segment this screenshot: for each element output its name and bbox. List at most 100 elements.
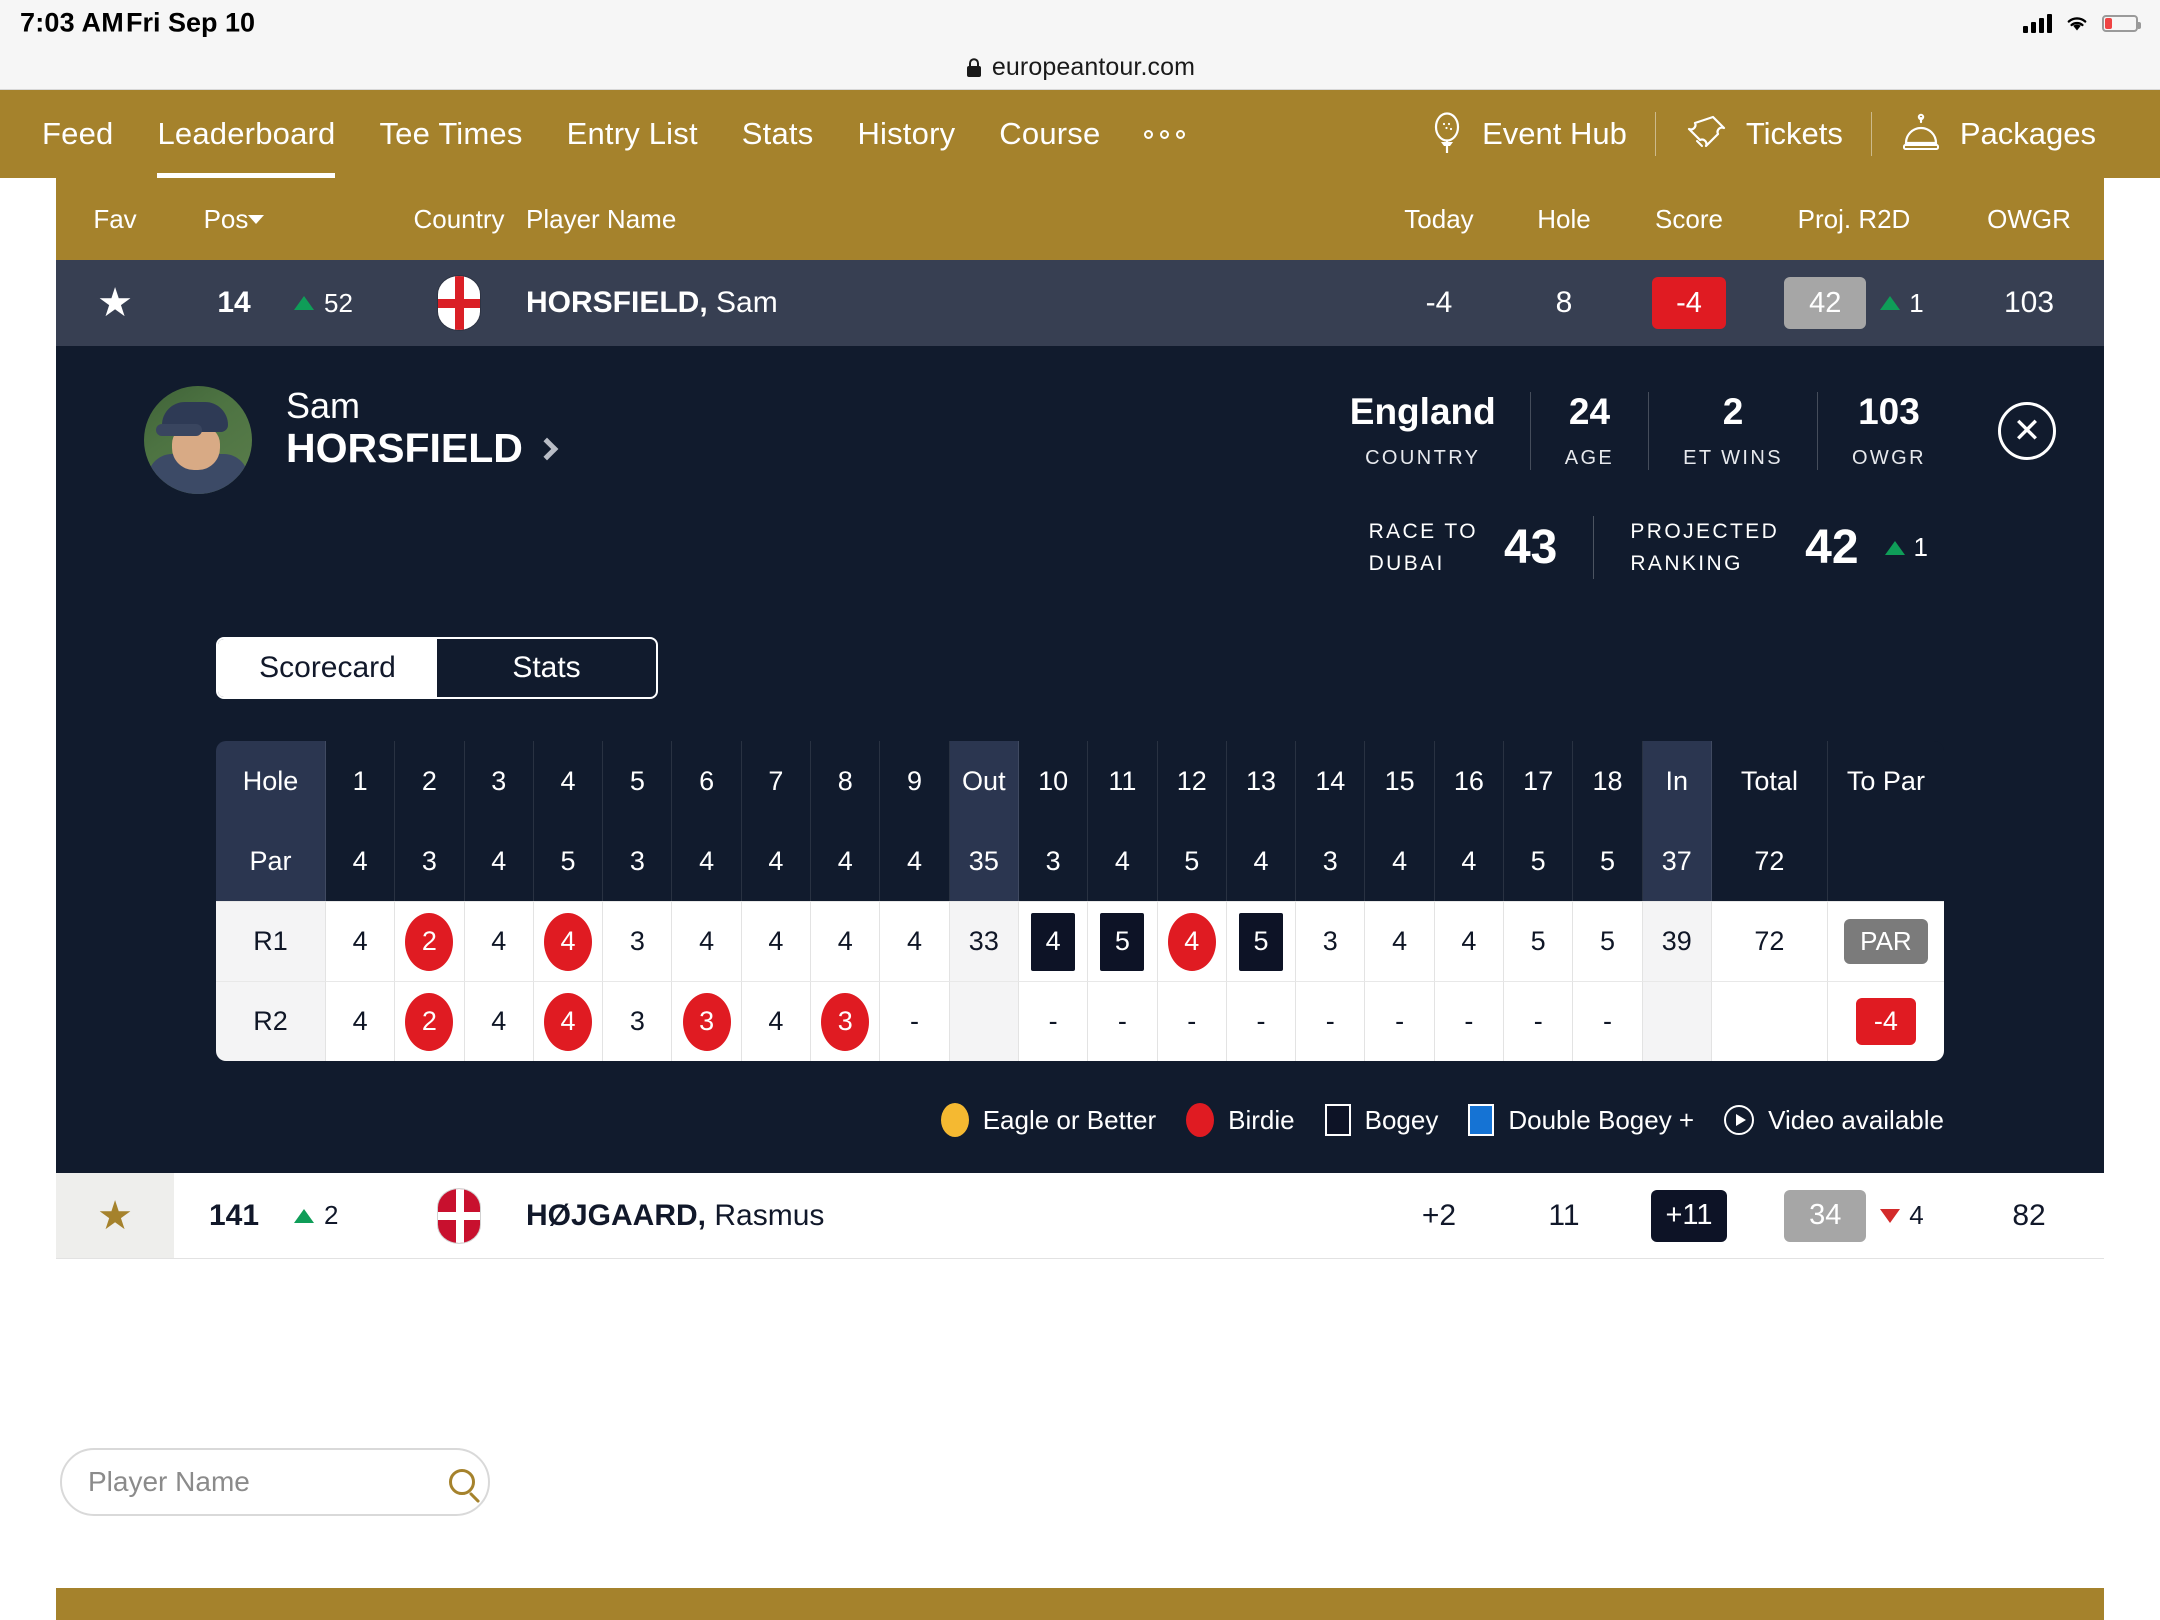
score-cell[interactable]: 4: [880, 901, 950, 981]
score-value-birdie: 4: [1167, 912, 1216, 971]
nav-label: Feed: [42, 116, 114, 151]
col-header-country[interactable]: Country: [404, 204, 514, 235]
stat-value: England: [1349, 391, 1496, 432]
score-cell[interactable]: 5: [1226, 901, 1297, 981]
score-cell[interactable]: 5: [1573, 901, 1643, 981]
nav-item-stats[interactable]: Stats: [720, 90, 836, 178]
search-icon[interactable]: [449, 1469, 475, 1495]
score-cell[interactable]: 4: [326, 901, 396, 981]
score-cell[interactable]: 4: [1434, 901, 1505, 981]
nav-item-history[interactable]: History: [835, 90, 977, 178]
score-cell[interactable]: 4: [464, 981, 534, 1061]
hole-header: 6: [672, 741, 742, 821]
nav-label: Tee Times: [379, 116, 523, 151]
table-row[interactable]: ★ 14 52 HORSFIELD, Sam -4 8 -4 42 1 103: [56, 260, 2104, 346]
row-player-name[interactable]: HORSFIELD, Sam: [514, 286, 1374, 320]
score-cell[interactable]: 4: [811, 901, 881, 981]
col-header-pos[interactable]: Pos: [174, 204, 294, 235]
col-header-hole[interactable]: Hole: [1504, 204, 1624, 235]
search-input[interactable]: [88, 1466, 449, 1498]
score-cell[interactable]: -: [880, 981, 950, 1061]
score-cell[interactable]: 5: [1088, 901, 1158, 981]
par-cell: 4: [1226, 821, 1297, 901]
search-box[interactable]: [60, 1448, 490, 1516]
score-cell[interactable]: -: [1088, 981, 1158, 1061]
col-header-score[interactable]: Score: [1624, 204, 1754, 235]
score-cell[interactable]: 3: [603, 981, 673, 1061]
legend-label: Bogey: [1364, 1104, 1439, 1135]
score-cell[interactable]: 4: [533, 901, 604, 981]
tab-scorecard[interactable]: Scorecard: [218, 639, 437, 697]
score-cell[interactable]: -: [1504, 981, 1574, 1061]
close-icon[interactable]: ✕: [1998, 401, 2056, 460]
score-cell[interactable]: 4: [741, 981, 812, 1061]
score-cell[interactable]: 4: [1157, 901, 1227, 981]
col-header-owgr[interactable]: OWGR: [1954, 204, 2104, 235]
arrow-up-icon: [294, 296, 314, 310]
stat-owgr: 103 OWGR: [1816, 391, 1960, 470]
leaderboard-header-row: Fav Pos Country Player Name Today Hole S…: [56, 178, 2104, 260]
score-value: 4: [352, 926, 368, 956]
row-score: -4: [1624, 277, 1754, 329]
nav-item-course[interactable]: Course: [977, 90, 1122, 178]
round-total: 72: [1711, 901, 1828, 981]
score-cell[interactable]: 4: [1018, 901, 1089, 981]
detail-last-name-row[interactable]: HORSFIELD: [286, 425, 559, 472]
footer-bar: [56, 1588, 2104, 1620]
score-cell[interactable]: -: [1573, 981, 1643, 1061]
score-cell[interactable]: 2: [395, 981, 465, 1061]
row-hole: 8: [1555, 286, 1573, 319]
col-header-fav[interactable]: Fav: [56, 204, 174, 235]
nav-item-leaderboard[interactable]: Leaderboard: [135, 90, 357, 178]
nav-item-entry-list[interactable]: Entry List: [545, 90, 720, 178]
par-topar: [1827, 821, 1944, 901]
score-cell[interactable]: 3: [603, 901, 673, 981]
score-cell[interactable]: 5: [1504, 901, 1574, 981]
nav-action-packages[interactable]: Packages: [1872, 113, 2124, 155]
table-row[interactable]: ★ 141 2 HØJGAARD, Rasmus +2 11 +11 34 4 …: [56, 1173, 2104, 1259]
col-header-proj-r2d[interactable]: Proj. R2D: [1754, 204, 1954, 235]
hole-header: 3: [464, 741, 534, 821]
score-cell[interactable]: 3: [672, 981, 742, 1061]
score-cell[interactable]: 2: [395, 901, 465, 981]
score-cell[interactable]: -: [1226, 981, 1297, 1061]
stat-value: 103: [1858, 391, 1920, 432]
more-dots-icon[interactable]: [1122, 90, 1207, 178]
nav-item-tee-times[interactable]: Tee Times: [357, 90, 544, 178]
score-cell[interactable]: 3: [811, 981, 881, 1061]
tab-stats[interactable]: Stats: [437, 639, 656, 697]
move-value: 52: [324, 287, 353, 318]
score-cell[interactable]: -: [1365, 981, 1435, 1061]
rank-projected: PROJECTED RANKING 42 1: [1593, 516, 1964, 579]
score-badge: -4: [1652, 277, 1726, 329]
stat-age: 24 AGE: [1529, 391, 1648, 470]
favourite-toggle[interactable]: ★: [56, 283, 174, 323]
score-cell[interactable]: 4: [533, 981, 604, 1061]
golf-tee-icon: [1434, 112, 1460, 153]
browser-url-bar[interactable]: europeantour.com: [0, 46, 2160, 90]
favourite-toggle[interactable]: ★: [56, 1173, 174, 1258]
score-cell[interactable]: -: [1018, 981, 1089, 1061]
score-cell[interactable]: 4: [672, 901, 742, 981]
score-cell[interactable]: 4: [326, 981, 396, 1061]
score-cell[interactable]: 4: [464, 901, 534, 981]
col-header-today[interactable]: Today: [1374, 204, 1504, 235]
row-hole: 11: [1548, 1198, 1580, 1232]
score-cell[interactable]: 3: [1296, 901, 1366, 981]
nav-action-tickets[interactable]: Tickets: [1656, 113, 1871, 155]
score-cell[interactable]: -: [1157, 981, 1227, 1061]
nav-action-event-hub[interactable]: Event Hub: [1402, 112, 1655, 156]
stat-value: 24: [1568, 391, 1611, 432]
nav-item-feed[interactable]: Feed: [42, 90, 135, 178]
score-cell[interactable]: -: [1434, 981, 1505, 1061]
stat-value: 2: [1722, 391, 1744, 432]
score-cell[interactable]: -: [1296, 981, 1366, 1061]
par-out: 35: [949, 821, 1019, 901]
score-value: -: [1533, 1006, 1543, 1036]
col-header-player-name[interactable]: Player Name: [514, 204, 1374, 235]
score-cell[interactable]: 4: [741, 901, 812, 981]
par-cell: 3: [603, 821, 673, 901]
row-player-name[interactable]: HØJGAARD, Rasmus: [514, 1199, 1374, 1233]
score-cell[interactable]: 4: [1365, 901, 1435, 981]
denmark-flag-icon: [438, 1188, 480, 1243]
